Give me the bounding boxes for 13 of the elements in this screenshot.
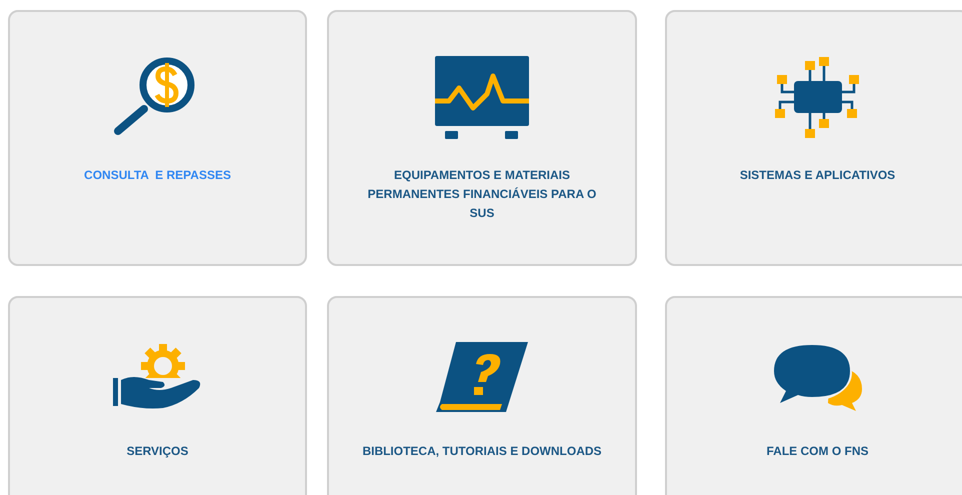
card-title[interactable]: EQUIPAMENTOS E MATERIAIS PERMANENTES FINANCIÁVEIS PARA O SUS — [357, 166, 607, 223]
question-book-icon — [436, 342, 528, 414]
monitor-pulse-icon — [435, 56, 529, 138]
card-title[interactable]: FALE COM O FNS — [766, 442, 868, 461]
card-background[interactable]: BIBLIOTECA, TUTORIAIS E DOWNLOADS — [327, 296, 637, 495]
card-title[interactable]: BIBLIOTECA, TUTORIAIS E DOWNLOADS — [362, 442, 602, 461]
card-background[interactable]: EQUIPAMENTOS E MATERIAIS PERMANENTES FINANCIÁVEIS PARA O SUS — [327, 10, 637, 266]
card-background[interactable]: FALE COM O FNS — [665, 296, 962, 495]
card-title[interactable]: SERVIÇOS — [126, 442, 188, 461]
card-background[interactable]: SISTEMAS E APLICATIVOS — [665, 10, 962, 266]
card-title[interactable]: SISTEMAS E APLICATIVOS — [740, 166, 896, 185]
card-background[interactable]: SERVIÇOS — [8, 296, 307, 495]
chat-bubbles-icon — [772, 345, 864, 411]
